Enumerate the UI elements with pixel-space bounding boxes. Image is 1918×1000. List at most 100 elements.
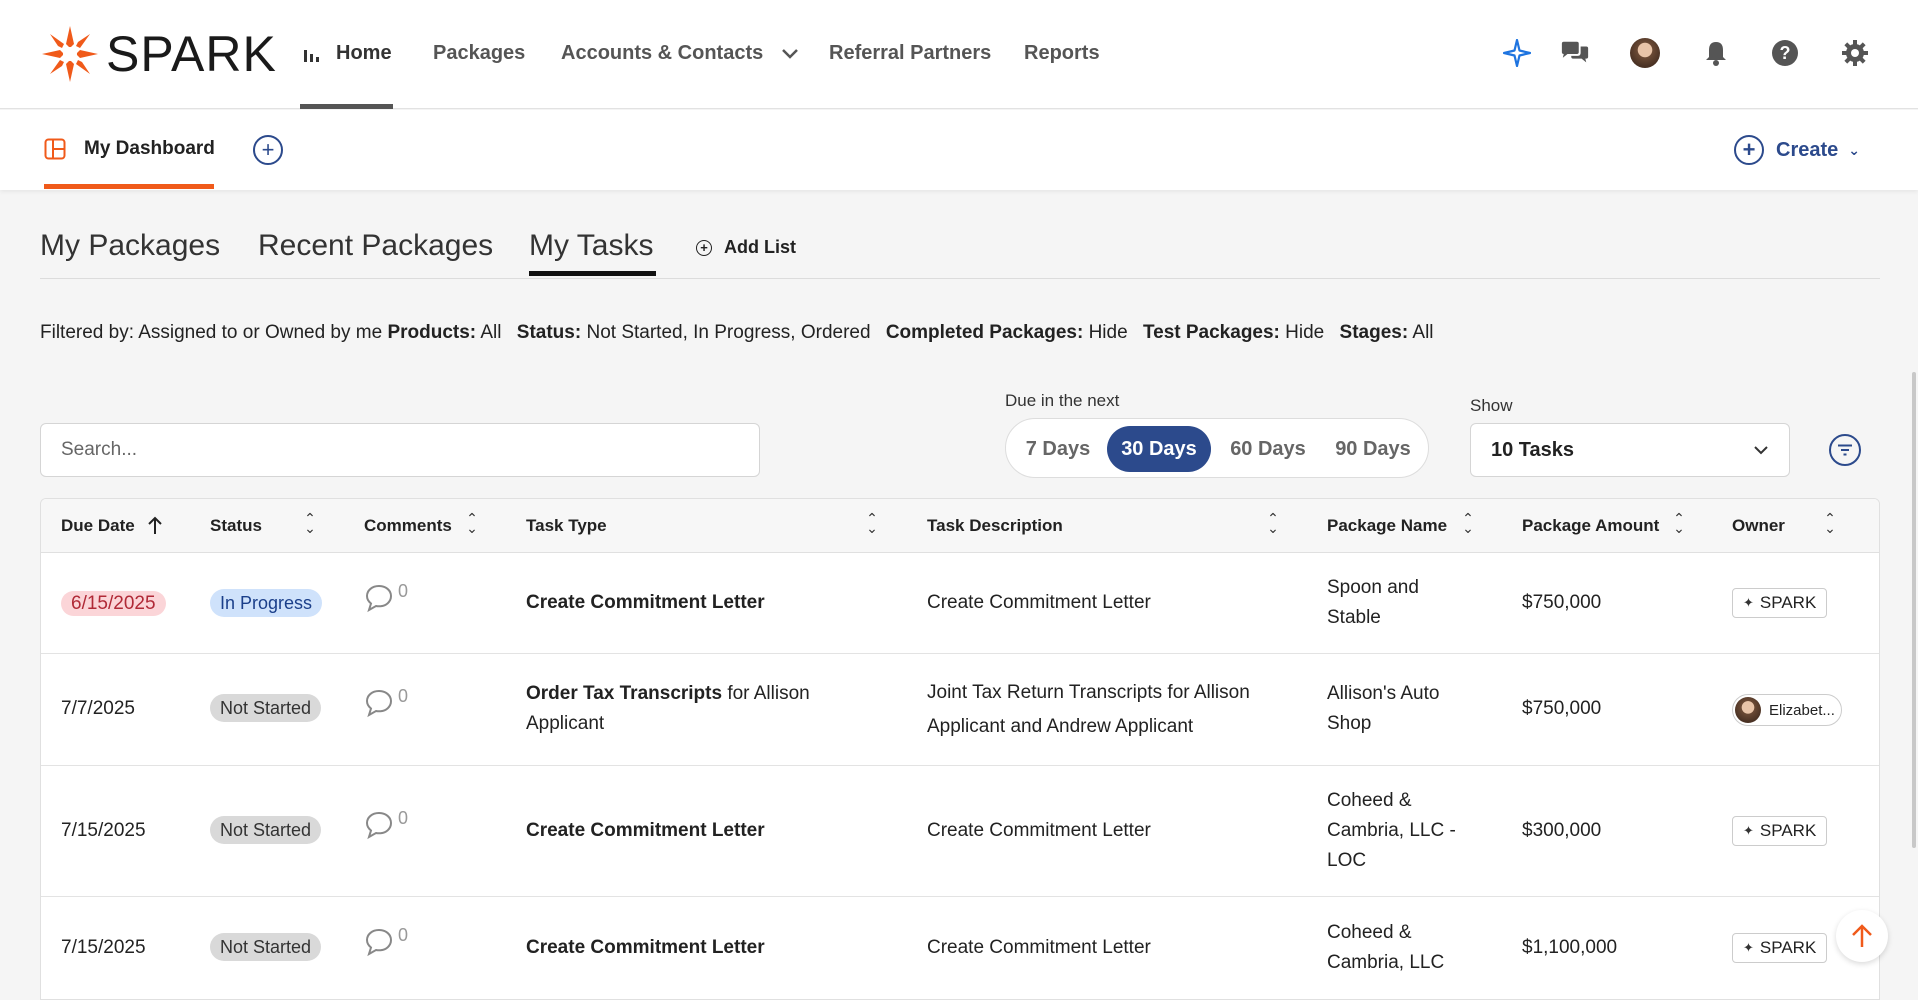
task-type-cell[interactable]: Order Tax Transcripts for Allison Applic…	[526, 679, 846, 739]
sparkle-icon: ✦	[1743, 940, 1754, 955]
comment-count: 0	[398, 808, 409, 828]
show-label: Show	[1470, 396, 1513, 415]
nav-reports[interactable]: Reports	[1024, 42, 1100, 65]
filter-summary: Filtered by: Assigned to or Owned by me …	[40, 322, 1434, 344]
header-owner[interactable]: Owner	[1732, 516, 1785, 536]
task-type-cell[interactable]: Create Commitment Letter	[526, 816, 765, 846]
filter-status-label: Status:	[516, 322, 582, 343]
status-badge: Not Started	[210, 694, 322, 722]
tab-my-tasks[interactable]: My Tasks	[529, 229, 653, 263]
sort-ascending-icon[interactable]	[147, 515, 163, 535]
search-input[interactable]	[40, 423, 760, 477]
tab-my-dashboard[interactable]: My Dashboard	[44, 138, 215, 160]
due-date-cell: 6/15/2025	[61, 589, 166, 619]
sort-icon[interactable]: ⌃ ⌄	[1672, 511, 1686, 535]
nav-packages-label: Packages	[433, 42, 526, 64]
package-amount-cell: $300,000	[1522, 820, 1602, 841]
show-count-select[interactable]: 10 Tasks	[1470, 423, 1790, 477]
due-date-cell: 7/15/2025	[61, 820, 146, 841]
status-badge: Not Started	[210, 816, 322, 844]
due-90-days[interactable]: 90 Days	[1324, 426, 1422, 472]
due-60-days[interactable]: 60 Days	[1218, 426, 1318, 472]
sort-icon[interactable]: ⌃ ⌄	[1823, 511, 1837, 535]
comments-button[interactable]: 0	[364, 808, 409, 840]
task-type-cell[interactable]: Create Commitment Letter	[526, 933, 765, 963]
nav-referral-partners[interactable]: Referral Partners	[829, 42, 991, 65]
package-amount-cell: $750,000	[1522, 698, 1602, 719]
comments-button[interactable]: 0	[364, 581, 408, 613]
owner-chip[interactable]: ✦ SPARK	[1732, 816, 1828, 846]
task-description-cell: Joint Tax Return Transcripts for Allison…	[927, 682, 1250, 737]
dashboard-active-indicator	[44, 184, 214, 189]
nav-packages[interactable]: Packages	[433, 42, 525, 65]
sparkle-icon[interactable]	[1502, 38, 1532, 68]
task-description-cell: Create Commitment Letter	[927, 592, 1151, 613]
nav-home[interactable]: Home	[302, 42, 392, 65]
nav-accounts-label: Accounts & Contacts	[561, 42, 764, 64]
sort-icon[interactable]: ⌃ ⌄	[465, 511, 479, 535]
sort-icon[interactable]: ⌃ ⌄	[1461, 511, 1475, 535]
add-list-button[interactable]: + Add List	[696, 237, 796, 258]
owner-avatar	[1735, 697, 1761, 723]
table-row[interactable]: 6/15/2025 In Progress 0 Create Commitmen…	[41, 553, 1879, 654]
task-type-cell[interactable]: Create Commitment Letter	[526, 588, 765, 618]
create-label: Create	[1776, 138, 1839, 161]
arrow-up-icon	[1852, 924, 1872, 947]
owner-chip[interactable]: Elizabet...	[1732, 694, 1842, 726]
filter-products-value: All	[480, 322, 502, 343]
tab-recent-packages[interactable]: Recent Packages	[258, 229, 493, 263]
comment-count: 0	[398, 925, 409, 945]
comments-button[interactable]: 0	[364, 686, 408, 718]
tasks-table: Due Date Status ⌃ ⌄ Comments ⌃ ⌄ Task Type…	[40, 498, 1880, 1000]
filter-stages-value: All	[1412, 322, 1434, 343]
package-amount-cell: $1,100,000	[1522, 937, 1618, 958]
page-scrollbar[interactable]	[1912, 372, 1916, 848]
comments-button[interactable]: 0	[364, 925, 409, 957]
sort-icon[interactable]: ⌃ ⌄	[1266, 511, 1280, 535]
header-status[interactable]: Status	[210, 516, 262, 536]
package-name-cell[interactable]: Coheed & Cambria, LLC - LOC	[1327, 786, 1467, 876]
status-badge: Not Started	[210, 933, 322, 961]
sort-icon[interactable]: ⌃ ⌄	[303, 511, 317, 535]
add-dashboard-button[interactable]: +	[253, 135, 283, 165]
user-avatar[interactable]	[1630, 38, 1660, 68]
task-type-bold: Order Tax Transcripts	[526, 683, 723, 704]
owner-name: SPARK	[1759, 593, 1817, 612]
add-list-label: Add List	[724, 237, 796, 257]
tab-my-packages[interactable]: My Packages	[40, 229, 220, 263]
header-task-description[interactable]: Task Description	[927, 516, 1063, 536]
package-name-cell[interactable]: Coheed & Cambria, LLC	[1327, 918, 1467, 978]
sort-icon[interactable]: ⌃ ⌄	[865, 511, 879, 535]
table-row[interactable]: 7/7/2025 Not Started 0 Order Tax Transcr…	[41, 654, 1879, 766]
header-package-amount[interactable]: Package Amount	[1522, 516, 1659, 536]
scroll-to-top-button[interactable]	[1836, 910, 1888, 962]
filter-button[interactable]	[1829, 434, 1861, 466]
header-package-name[interactable]: Package Name	[1327, 516, 1447, 536]
list-tabs: My Packages Recent Packages My Tasks + A…	[40, 225, 1880, 279]
gear-icon[interactable]	[1840, 38, 1870, 68]
task-description-cell: Create Commitment Letter	[927, 937, 1151, 958]
due-date-cell: 7/7/2025	[61, 698, 135, 719]
owner-chip[interactable]: ✦ SPARK	[1732, 933, 1828, 963]
due-30-days[interactable]: 30 Days	[1107, 426, 1211, 472]
due-7-days[interactable]: 7 Days	[1016, 426, 1100, 472]
package-name-cell[interactable]: Spoon and Stable	[1327, 573, 1457, 633]
status-badge: In Progress	[210, 589, 323, 617]
create-button[interactable]: + Create ⌄	[1734, 135, 1860, 165]
header-task-type[interactable]: Task Type	[526, 516, 607, 536]
nav-reports-label: Reports	[1024, 42, 1100, 64]
chat-icon[interactable]	[1560, 38, 1590, 68]
table-row[interactable]: 7/15/2025 Not Started 0 Create Commitmen…	[41, 897, 1879, 999]
bell-icon[interactable]	[1701, 38, 1731, 68]
nav-accounts-contacts[interactable]: Accounts & Contacts	[561, 42, 799, 65]
owner-chip[interactable]: ✦ SPARK	[1732, 588, 1828, 618]
spark-logo[interactable]: SPARK	[40, 24, 277, 84]
help-icon[interactable]: ?	[1770, 38, 1800, 68]
chevron-down-icon: ⌄	[1848, 141, 1860, 158]
table-row[interactable]: 7/15/2025 Not Started 0 Create Commitmen…	[41, 766, 1879, 897]
status-cell: Not Started	[210, 933, 322, 963]
plus-icon: +	[261, 137, 275, 162]
header-due-date[interactable]: Due Date	[61, 516, 135, 536]
header-comments[interactable]: Comments	[364, 516, 452, 536]
package-name-cell[interactable]: Allison's Auto Shop	[1327, 679, 1457, 739]
